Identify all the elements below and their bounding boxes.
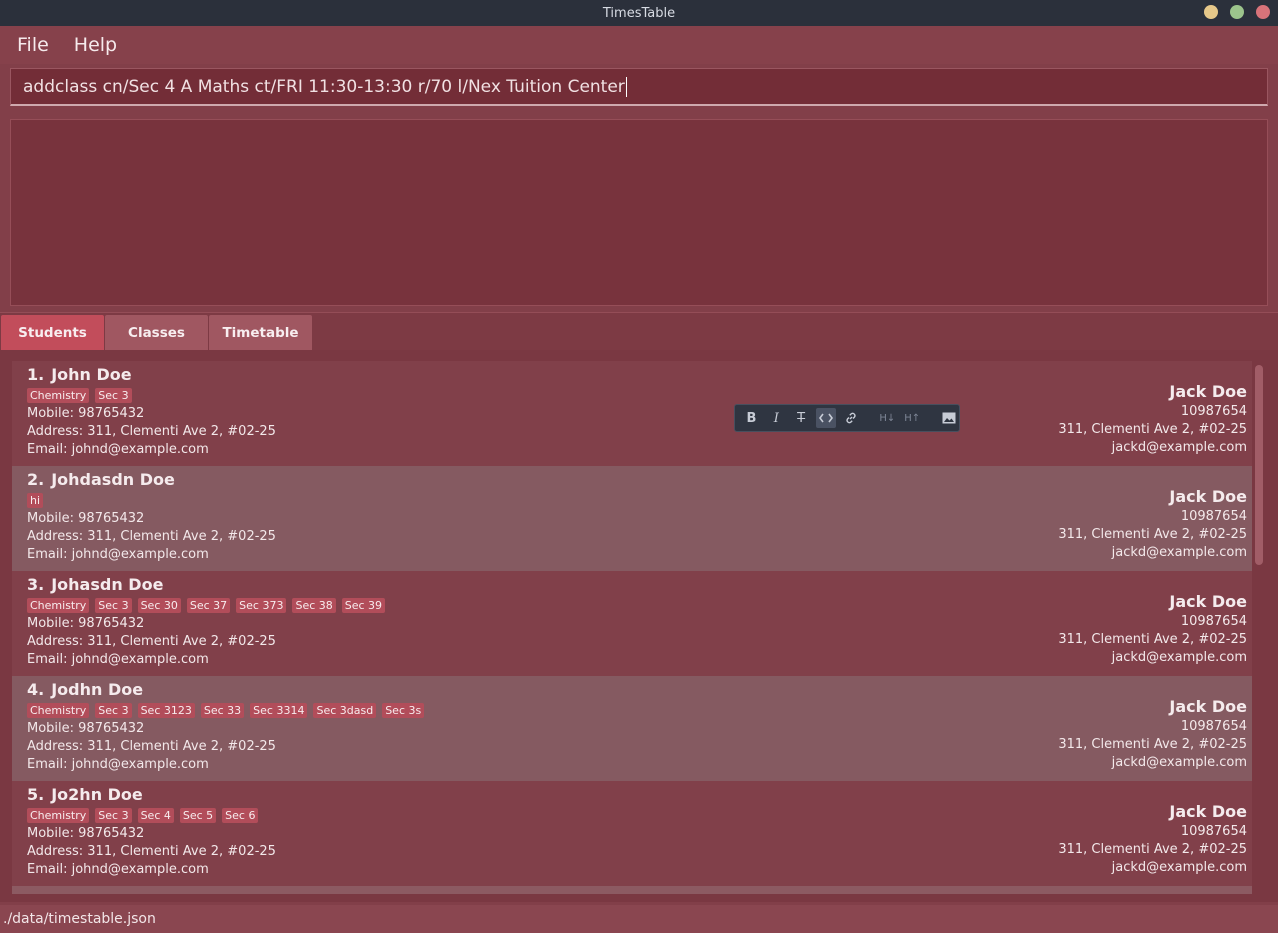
tag-badge: Sec 6 — [222, 807, 259, 823]
parent-address: 311, Clementi Ave 2, #02-25 — [1058, 527, 1247, 542]
tag-badge: Chemistry — [27, 702, 90, 718]
heading-increase-icon[interactable]: H↑ — [902, 408, 923, 428]
parent-info: Jack Doe 10987654 311, Clementi Ave 2, #02… — [1058, 591, 1247, 667]
tag-badge: Sec 3 — [95, 702, 132, 718]
tag-badge: hi — [27, 492, 44, 508]
tag-badge: Sec 39 — [341, 597, 386, 613]
tag-badge: Chemistry — [27, 807, 90, 823]
student-name-text: Jo2hn Doe — [51, 785, 143, 804]
close-button[interactable] — [1256, 5, 1270, 19]
parent-address: 311, Clementi Ave 2, #02-25 — [1058, 842, 1247, 857]
student-name-text: Johdasdn Doe — [51, 470, 175, 489]
tag-badge: Sec 3314 — [250, 702, 308, 718]
parent-phone: 10987654 — [1180, 824, 1247, 839]
tab-bar: Students Classes Timetable — [0, 312, 1278, 350]
maximize-button[interactable] — [1230, 5, 1244, 19]
code-icon[interactable] — [815, 408, 837, 428]
strikethrough-icon[interactable]: T — [791, 408, 812, 428]
tag-badge: Sec 3 — [95, 387, 132, 403]
result-display — [10, 119, 1268, 306]
menu-bar: File Help — [0, 26, 1278, 64]
tag-badge: Sec 3 — [95, 807, 132, 823]
tag-badge: Sec 4 — [137, 807, 174, 823]
tag-badge: Sec 5 — [179, 807, 217, 823]
student-index: 1. — [27, 365, 45, 384]
parent-name: Jack Doe — [1169, 697, 1247, 716]
student-index: 2. — [27, 470, 45, 489]
parent-phone: 10987654 — [1180, 509, 1247, 524]
student-name-text: John Doe — [51, 365, 132, 384]
parent-phone: 10987654 — [1180, 719, 1247, 734]
horizontal-scrollbar[interactable] — [12, 886, 1252, 894]
tag-badge: Sec 33 — [200, 702, 245, 718]
bold-icon[interactable]: B — [741, 408, 762, 428]
link-icon[interactable] — [840, 408, 861, 428]
command-input[interactable]: addclass cn/Sec 4 A Maths ct/FRI 11:30-1… — [10, 68, 1268, 106]
parent-address: 311, Clementi Ave 2, #02-25 — [1058, 632, 1247, 647]
parent-email: jackd@example.com — [1111, 755, 1247, 770]
parent-email: jackd@example.com — [1111, 545, 1247, 560]
save-file-path: ./data/timestable.json — [3, 911, 156, 927]
tag-badge: Sec 373 — [236, 597, 287, 613]
parent-info: Jack Doe 10987654 311, Clementi Ave 2, #02… — [1058, 486, 1247, 562]
image-icon[interactable] — [938, 408, 959, 428]
tab-timetable[interactable]: Timetable — [209, 315, 312, 350]
parent-email: jackd@example.com — [1111, 860, 1247, 875]
tag-badge: Sec 37 — [186, 597, 231, 613]
tag-badge: Sec 3dasd — [313, 702, 377, 718]
minimize-button[interactable] — [1204, 5, 1218, 19]
parent-email: jackd@example.com — [1111, 440, 1247, 455]
parent-name: Jack Doe — [1169, 802, 1247, 821]
student-card[interactable]: 3. Johasdn Doe Chemistry Sec 3 Sec 30 Sec 37 S… — [12, 571, 1252, 676]
parent-info: Jack Doe 10987654 311, Clementi Ave 2, #02… — [1058, 801, 1247, 877]
text-caret — [625, 76, 627, 97]
parent-name: Jack Doe — [1169, 382, 1247, 401]
heading-decrease-icon[interactable]: H↓ — [877, 408, 898, 428]
parent-phone: 10987654 — [1180, 404, 1247, 419]
menu-help[interactable]: Help — [60, 34, 128, 56]
parent-address: 311, Clementi Ave 2, #02-25 — [1058, 422, 1247, 437]
command-text: addclass cn/Sec 4 A Maths ct/FRI 11:30-1… — [23, 76, 625, 97]
student-card[interactable]: 4. Jodhn Doe Chemistry Sec 3 Sec 3123 Sec 33 S… — [12, 676, 1252, 781]
window-title: TimesTable — [602, 5, 676, 21]
tag-badge: Sec 3123 — [137, 702, 195, 718]
parent-name: Jack Doe — [1169, 487, 1247, 506]
tab-students[interactable]: Students — [1, 315, 104, 350]
tag-badge: Sec 38 — [292, 597, 336, 613]
tab-classes[interactable]: Classes — [105, 315, 208, 350]
student-name-text: Johasdn Doe — [51, 575, 164, 594]
tag-badge: Sec 30 — [137, 597, 181, 613]
student-card[interactable]: 5. Jo2hn Doe Chemistry Sec 3 Sec 4 Sec 5 Sec 6… — [12, 781, 1252, 886]
student-index: 5. — [27, 785, 45, 804]
window-titlebar: TimesTable — [0, 0, 1278, 26]
student-index: 3. — [27, 575, 45, 594]
parent-name: Jack Doe — [1169, 592, 1247, 611]
parent-address: 311, Clementi Ave 2, #02-25 — [1058, 737, 1247, 752]
parent-info: Jack Doe 10987654 311, Clementi Ave 2, #02… — [1058, 381, 1247, 457]
parent-phone: 10987654 — [1180, 614, 1247, 629]
tag-badge: Sec 3 — [95, 597, 132, 613]
tag-badge: Chemistry — [27, 387, 90, 403]
parent-email: jackd@example.com — [1111, 650, 1247, 665]
student-index: 4. — [27, 680, 45, 699]
parent-info: Jack Doe 10987654 311, Clementi Ave 2, #02… — [1058, 696, 1247, 772]
student-card[interactable]: 2. Johdasdn Doe hi Mobile: 98765432 Address:… — [12, 466, 1252, 571]
window-controls — [1204, 5, 1270, 19]
student-card[interactable]: 1. John Doe Chemistry Sec 3 Mobile: 98765432… — [12, 361, 1252, 466]
tag-badge: Sec 3s — [382, 702, 425, 718]
vertical-scrollbar[interactable] — [1255, 365, 1263, 565]
menu-file[interactable]: File — [0, 34, 60, 56]
italic-icon[interactable]: I — [766, 408, 787, 428]
tag-badge: Chemistry — [27, 597, 90, 613]
student-name-text: Jodhn Doe — [51, 680, 144, 699]
status-bar: ./data/timestable.json — [0, 905, 1278, 933]
format-toolbar: B I T H↓ H↑ — [734, 404, 960, 432]
